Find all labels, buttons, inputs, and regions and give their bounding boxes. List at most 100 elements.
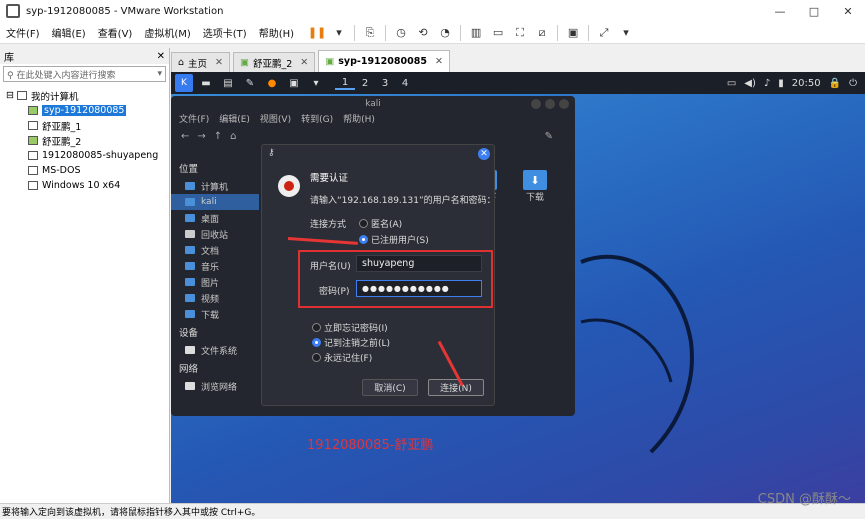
notification-icon[interactable]: ♪	[764, 78, 770, 89]
fm-menu-go[interactable]: 转到(G)	[301, 112, 333, 126]
folder-downloads[interactable]: ⬇ 下载	[523, 170, 547, 203]
tree-item-shuyapeng-2[interactable]: 舒亚鹏_2	[6, 133, 169, 148]
snapshot-icon[interactable]: ◷	[392, 24, 410, 42]
sidebar-item-filesystem[interactable]: 文件系统	[171, 342, 259, 358]
tab-syp[interactable]: ▣ syp-1912080085 ✕	[318, 50, 450, 72]
back-icon[interactable]: ←	[181, 131, 189, 142]
radio-remember-until-logout[interactable]: 记到注销之前(L)	[312, 336, 390, 349]
workspace-1[interactable]: 1	[335, 77, 355, 90]
volume-icon[interactable]: ◀)	[744, 78, 756, 89]
files-icon[interactable]: ▤	[219, 74, 237, 92]
workspace-4[interactable]: 4	[395, 78, 415, 89]
places-heading: 位置	[179, 164, 199, 175]
minimize-button[interactable]: —	[763, 0, 797, 22]
chevron-down-icon[interactable]: ▾	[157, 69, 162, 79]
dropdown-arrow-icon[interactable]: ▾	[330, 24, 348, 42]
close-icon[interactable]: ✕	[435, 56, 443, 67]
close-icon[interactable]: ✕	[478, 148, 490, 160]
sidebar-item-desktop[interactable]: 桌面	[171, 210, 259, 226]
edit-path-icon[interactable]: ✎	[545, 131, 553, 142]
console-icon[interactable]: ▣	[564, 24, 582, 42]
dropdown-arrow-icon[interactable]: ▾	[617, 24, 635, 42]
home-icon[interactable]: ⌂	[230, 131, 236, 142]
menu-tabs[interactable]: 选项卡(T)	[197, 25, 253, 40]
vm-screen[interactable]: K ▬ ▤ ✎ ● ▣ ▾ 1 2 3 4 ▭ ◀) ♪ ▮ 20:50 🔒 ⏻…	[171, 72, 865, 503]
snapshot-manager-icon[interactable]: ◔	[436, 24, 454, 42]
menu-edit[interactable]: 编辑(E)	[46, 25, 92, 40]
library-close-icon[interactable]: ✕	[157, 51, 165, 62]
text-editor-icon[interactable]: ✎	[241, 74, 259, 92]
maximize-button[interactable]: □	[797, 0, 831, 22]
kali-menu-icon[interactable]: K	[175, 74, 193, 92]
sidebar-item-browse-network[interactable]: 浏览网络	[171, 378, 259, 394]
terminal-emulator-icon[interactable]: ▣	[285, 74, 303, 92]
pause-icon[interactable]: ❚❚	[308, 24, 326, 42]
fm-menu-help[interactable]: 帮助(H)	[343, 112, 375, 126]
menu-file[interactable]: 文件(F)	[0, 25, 46, 40]
vm-running-icon	[28, 106, 38, 115]
tree-item-1912080085[interactable]: 1912080085-shuyapeng	[6, 148, 169, 163]
revert-snapshot-icon[interactable]: ⟲	[414, 24, 432, 42]
monitor-icon[interactable]: ▭	[727, 78, 736, 89]
sidebar-item-documents[interactable]: 文档	[171, 242, 259, 258]
radio-remember-forever[interactable]: 永远记住(F)	[312, 351, 372, 364]
clock[interactable]: 20:50	[792, 78, 821, 89]
sidebar-item-videos[interactable]: 视频	[171, 290, 259, 306]
tree-item-win10[interactable]: Windows 10 x64	[6, 178, 169, 193]
radio-registered-user[interactable]: 已注册用户(S)	[359, 233, 429, 246]
fm-menu-file[interactable]: 文件(F)	[179, 112, 209, 126]
radio-anonymous[interactable]: 匿名(A)	[359, 217, 402, 230]
workspace-2[interactable]: 2	[355, 78, 375, 89]
fm-menu-edit[interactable]: 编辑(E)	[219, 112, 250, 126]
power-icon[interactable]: ⏻	[849, 78, 857, 89]
stretch-icon[interactable]: ⤢	[595, 24, 613, 42]
thumbnail-icon[interactable]: ▭	[489, 24, 507, 42]
unity-icon[interactable]: ⧄	[533, 24, 551, 42]
close-button[interactable]: ✕	[831, 0, 865, 22]
connect-button[interactable]: 连接(N)	[428, 379, 484, 396]
computer-icon	[185, 182, 195, 190]
tab-home[interactable]: ⌂ 主页 ✕	[171, 52, 231, 72]
dialog-title: 需要认证	[310, 173, 349, 184]
terminal-icon[interactable]: ▬	[197, 74, 215, 92]
close-icon[interactable]: ✕	[300, 57, 308, 68]
workspace-3[interactable]: 3	[375, 78, 395, 89]
send-ctrl-alt-del-icon[interactable]: ⎘	[361, 24, 379, 42]
battery-icon[interactable]: ▮	[778, 78, 784, 89]
fm-menu-view[interactable]: 视图(V)	[260, 112, 291, 126]
sidebar-item-pictures[interactable]: 图片	[171, 274, 259, 290]
videos-icon	[185, 294, 195, 302]
sidebar-item-music[interactable]: 音乐	[171, 258, 259, 274]
library-search-input[interactable]: ⚲ 在此处键入内容进行搜索 ▾	[3, 66, 166, 82]
forward-icon[interactable]: →	[197, 131, 205, 142]
close-button[interactable]	[559, 99, 569, 109]
radio-forget-immediately[interactable]: 立即忘记密码(I)	[312, 321, 388, 334]
up-icon[interactable]: ↑	[214, 131, 222, 142]
menu-view[interactable]: 查看(V)	[92, 25, 139, 40]
pictures-icon	[185, 278, 195, 286]
tab-shuyapeng-2[interactable]: ▣ 舒亚鹏_2 ✕	[233, 52, 316, 72]
minimize-button[interactable]	[531, 99, 541, 109]
sidebar-item-computer[interactable]: 计算机	[171, 178, 259, 194]
tree-root[interactable]: ⊟ 我的计算机	[6, 88, 169, 103]
sidebar-item-trash[interactable]: 回收站	[171, 226, 259, 242]
lock-icon[interactable]: 🔒	[829, 78, 841, 89]
cancel-button[interactable]: 取消(C)	[362, 379, 418, 396]
close-icon[interactable]: ✕	[215, 57, 223, 68]
chevron-down-icon[interactable]: ▾	[307, 74, 325, 92]
search-icon: ⚲	[7, 70, 14, 81]
sidebar-item-kali[interactable]: kali	[171, 194, 259, 210]
show-library-icon[interactable]: ▥	[467, 24, 485, 42]
menu-vm[interactable]: 虚拟机(M)	[138, 25, 196, 40]
firefox-icon[interactable]: ●	[263, 74, 281, 92]
sidebar-item-downloads[interactable]: 下载	[171, 306, 259, 322]
tree-item-msdos[interactable]: MS-DOS	[6, 163, 169, 178]
tree-item-shuyapeng-1[interactable]: 舒亚鹏_1	[6, 118, 169, 133]
csdn-watermark: CSDN @酥酥～	[757, 492, 851, 507]
vm-icon	[28, 151, 38, 160]
vm-icon	[28, 121, 38, 130]
fullscreen-icon[interactable]: ⛶	[511, 24, 529, 42]
menu-help[interactable]: 帮助(H)	[253, 25, 300, 40]
tree-item-syp[interactable]: syp-1912080085	[6, 103, 169, 118]
maximize-button[interactable]	[545, 99, 555, 109]
